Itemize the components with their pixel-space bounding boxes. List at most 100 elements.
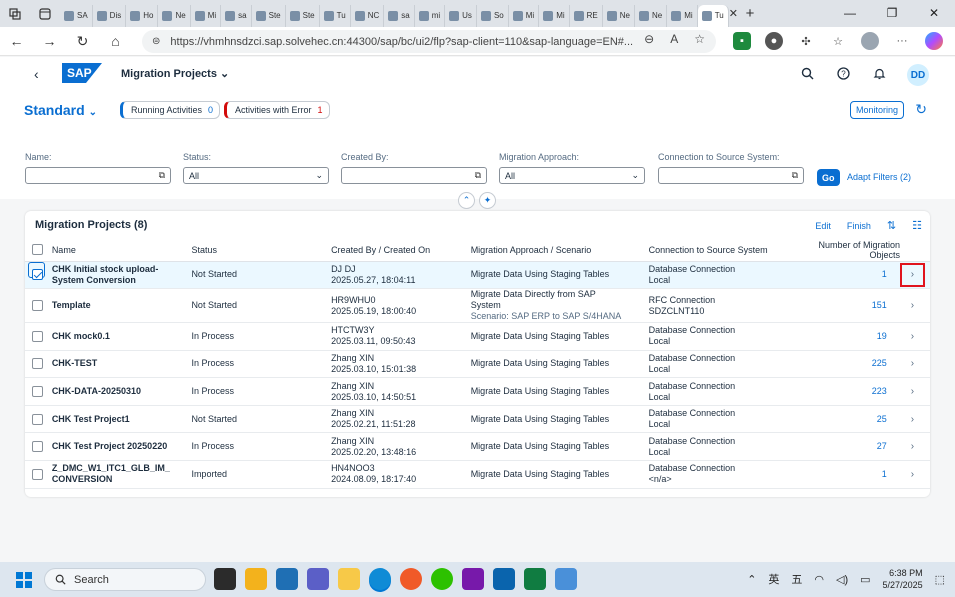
excel-icon[interactable] xyxy=(524,568,546,590)
row-checkbox[interactable] xyxy=(32,413,43,425)
column-header-connection[interactable]: Connection to Source System xyxy=(646,239,802,262)
edge-browser-icon[interactable] xyxy=(369,568,391,590)
restore-icon[interactable]: ❐ xyxy=(871,0,913,27)
task-view-icon[interactable] xyxy=(214,568,236,590)
column-header-created[interactable]: Created By / Created On xyxy=(329,239,469,262)
row-navigation-chevron-icon[interactable]: › xyxy=(911,358,914,369)
browser-tab[interactable]: sa xyxy=(221,4,252,27)
profile-icon[interactable] xyxy=(861,32,879,50)
wechat-icon[interactable] xyxy=(431,568,453,590)
pin-header-icon[interactable]: ✦ xyxy=(479,192,496,209)
approach-select[interactable]: All ⌄ xyxy=(499,167,645,184)
refresh-icon[interactable]: ↻ xyxy=(915,101,927,118)
sap-logo[interactable]: SAP xyxy=(62,63,102,83)
table-row[interactable]: CHK mock0.1 In Process HTCTW3Y 2025.03.11, … xyxy=(25,322,930,351)
row-checkbox[interactable] xyxy=(32,269,43,281)
browser-tab[interactable]: Tu xyxy=(697,4,729,27)
browser-tab[interactable]: Ne xyxy=(603,4,635,27)
extension-dark-icon[interactable]: ● xyxy=(765,32,783,50)
file-explorer-icon[interactable] xyxy=(245,568,267,590)
help-icon[interactable]: ? xyxy=(835,67,851,83)
people-app-icon[interactable] xyxy=(276,568,298,590)
wifi-icon[interactable]: ◠ xyxy=(814,573,824,586)
row-checkbox[interactable] xyxy=(32,330,43,342)
minimize-icon[interactable]: — xyxy=(829,0,871,27)
collapse-header-icon[interactable]: ⌃ xyxy=(458,192,475,209)
row-navigation-chevron-icon[interactable]: › xyxy=(911,414,914,425)
go-button[interactable]: Go xyxy=(817,169,840,186)
chevron-up-icon[interactable]: ⌃ xyxy=(747,573,756,586)
copilot-icon[interactable] xyxy=(925,32,943,50)
table-row[interactable]: CHK Test Project 20250220 In Process Zhang… xyxy=(25,432,930,462)
table-row[interactable]: Template Not Started HR9WHU0 2025.05.19, 18… xyxy=(25,288,930,324)
avatar[interactable]: DD xyxy=(907,64,929,86)
more-menu-icon[interactable]: ··· xyxy=(893,32,911,50)
column-header-approach[interactable]: Migration Approach / Scenario xyxy=(468,239,647,262)
teams-icon[interactable] xyxy=(307,568,329,590)
reload-icon[interactable]: ↻ xyxy=(66,33,99,50)
row-navigation-chevron-icon[interactable]: › xyxy=(911,441,914,452)
table-row[interactable]: CHK Initial stock upload- System Conversi… xyxy=(25,261,930,290)
app-title-menu[interactable]: Migration Projects ⌄ xyxy=(121,67,229,80)
search-icon[interactable] xyxy=(799,67,815,83)
edit-button[interactable]: Edit xyxy=(815,221,831,231)
migration-object-count[interactable]: 151 xyxy=(872,300,887,310)
browser-tab[interactable]: Ne xyxy=(158,4,191,27)
favorite-star-icon[interactable]: ☆ xyxy=(694,32,705,46)
row-navigation-chevron-icon[interactable]: › xyxy=(911,469,914,480)
workspaces-icon[interactable] xyxy=(0,0,30,27)
battery-icon[interactable]: ▭ xyxy=(860,573,870,586)
back-chevron-icon[interactable]: ‹ xyxy=(34,66,39,82)
migration-object-count[interactable]: 225 xyxy=(872,358,887,368)
table-row[interactable]: CHK Test Project1 Not Started Zhang XIN 202… xyxy=(25,405,930,434)
browser-tab[interactable]: Mi xyxy=(539,4,570,27)
migration-object-count[interactable]: 1 xyxy=(882,269,887,279)
migration-object-count[interactable]: 1 xyxy=(882,469,887,479)
adapt-filters-button[interactable]: Adapt Filters (2) xyxy=(847,172,911,182)
new-tab-button[interactable]: + xyxy=(738,5,762,22)
close-window-icon[interactable]: ✕ xyxy=(913,0,955,27)
migration-object-count[interactable]: 25 xyxy=(877,414,887,424)
browser-tab[interactable]: Tu xyxy=(320,4,351,27)
pen-app-icon[interactable] xyxy=(400,568,422,590)
read-aloud-icon[interactable]: A xyxy=(670,32,678,46)
browser-tab[interactable]: NC xyxy=(351,4,385,27)
browser-tab[interactable]: RE xyxy=(570,4,603,27)
migration-object-count[interactable]: 27 xyxy=(877,441,887,451)
table-row[interactable]: Z_DMC_W1_ITC1_GLB_IM_ CONVERSION Imported H… xyxy=(25,460,930,489)
outlook-icon[interactable] xyxy=(493,568,515,590)
browser-tab[interactable]: Dis xyxy=(93,4,127,27)
input-language-1[interactable]: 英 xyxy=(768,571,779,587)
address-bar[interactable]: ⊜ https://vhmhnsdzci.sap.solvehec.cn:443… xyxy=(142,30,716,53)
table-row[interactable]: CHK-TEST In Process Zhang XIN 2025.03.10, 1… xyxy=(25,350,930,379)
browser-tab[interactable]: Ste xyxy=(252,4,286,27)
site-info-icon[interactable]: ⊜ xyxy=(152,36,160,47)
browser-tab[interactable]: So xyxy=(477,4,509,27)
table-row[interactable]: CHK-DATA-20250310 In Process Zhang XIN 2025… xyxy=(25,377,930,406)
extension-green-icon[interactable]: ▪ xyxy=(733,32,751,50)
row-navigation-chevron-icon[interactable]: › xyxy=(911,300,914,311)
notepad-icon[interactable] xyxy=(555,568,577,590)
home-icon[interactable]: ⌂ xyxy=(99,33,132,49)
windows-start-icon[interactable] xyxy=(16,572,32,588)
row-checkbox[interactable] xyxy=(32,300,43,312)
row-checkbox[interactable] xyxy=(32,358,43,370)
value-help-icon[interactable]: ⧉ xyxy=(159,170,165,181)
running-activities-chip[interactable]: Running Activities 0 xyxy=(120,101,221,119)
browser-tab[interactable]: Ne xyxy=(635,4,668,27)
name-input[interactable]: ⧉ xyxy=(25,167,171,184)
variant-selector[interactable]: Standard ⌄ xyxy=(24,102,97,118)
tab-actions-icon[interactable] xyxy=(30,0,60,27)
monitoring-button[interactable]: Monitoring xyxy=(849,101,904,119)
zoom-icon[interactable]: ⊖ xyxy=(644,32,654,46)
connection-input[interactable]: ⧉ xyxy=(658,167,804,184)
activities-with-error-chip[interactable]: Activities with Error 1 xyxy=(224,101,330,119)
column-header-status[interactable]: Status xyxy=(189,239,330,262)
row-checkbox[interactable] xyxy=(32,468,43,480)
clock[interactable]: 6:38 PM 5/27/2025 xyxy=(883,567,923,591)
row-navigation-chevron-icon[interactable]: › xyxy=(911,331,914,342)
column-header-name[interactable]: Name xyxy=(49,239,190,262)
browser-tab[interactable]: Ho xyxy=(126,4,159,27)
favorites-icon[interactable]: ☆ xyxy=(829,32,847,50)
volume-icon[interactable]: ◁) xyxy=(836,573,848,586)
